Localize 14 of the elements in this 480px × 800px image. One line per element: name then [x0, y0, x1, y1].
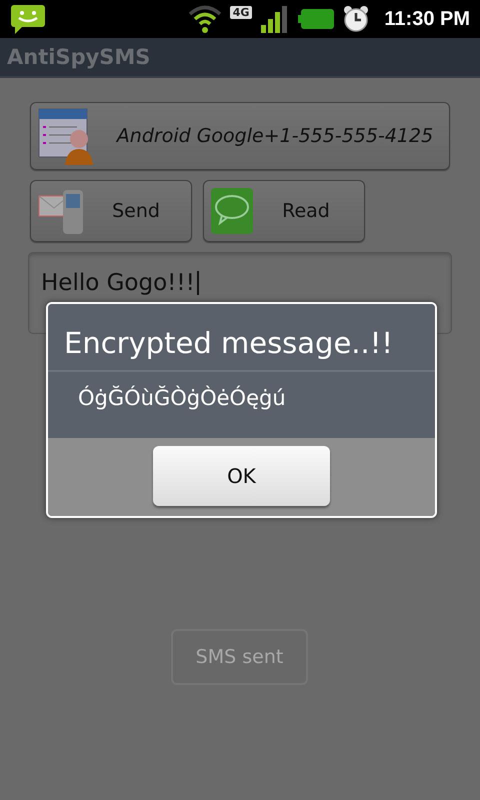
app-title: AntiSpySMS	[7, 45, 150, 69]
clock-time: 11:30 PM	[384, 8, 470, 30]
speech-bubble-icon	[210, 187, 254, 235]
encrypted-message-text: ÓġĞÓùĞÒġÒėÓęġú	[78, 386, 286, 410]
message-notification-icon	[10, 4, 46, 34]
network-type-label: 4G	[230, 6, 252, 19]
contact-button[interactable]: Android Google+1-555-555-4125	[30, 102, 450, 170]
battery-icon	[298, 8, 334, 30]
alarm-clock-icon	[342, 5, 370, 33]
send-button[interactable]: Send	[30, 180, 192, 242]
read-button[interactable]: Read	[203, 180, 365, 242]
ok-button[interactable]: OK	[153, 446, 330, 506]
toast-message: SMS sent	[196, 646, 284, 668]
wifi-icon	[188, 4, 222, 34]
